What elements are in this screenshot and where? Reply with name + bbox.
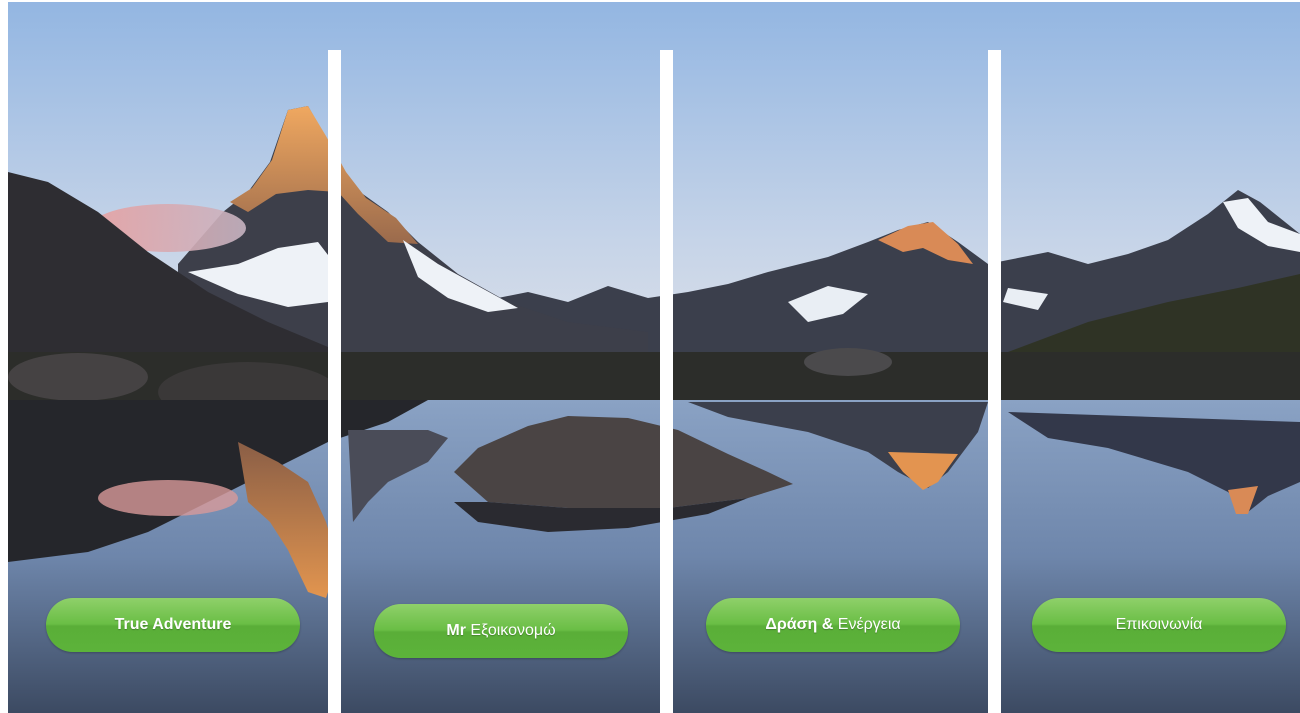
panel-divider-1 <box>328 50 341 713</box>
panel-divider-2 <box>660 50 673 713</box>
cloud-reflection <box>98 480 238 516</box>
mr-exoikonomo-button[interactable]: Mr Εξοικονομώ <box>374 604 628 658</box>
mr-exoikonomo-label-rest: Εξοικονομώ <box>465 622 556 639</box>
mr-exoikonomo-label-bold: Mr <box>446 622 466 639</box>
true-adventure-label: True Adventure <box>114 616 232 633</box>
true-adventure-button[interactable]: True Adventure <box>46 598 300 652</box>
epikoinonia-button[interactable]: Επικοινωνία <box>1032 598 1286 652</box>
shore-rock-3 <box>804 348 892 376</box>
drasi-energeia-label-rest: Ενέργεια <box>833 616 901 633</box>
shore-rock-2 <box>8 353 148 401</box>
hero-banner: True Adventure Mr Εξοικονομώ Δράση & Ενέ… <box>8 2 1300 713</box>
drasi-energeia-label-bold: Δράση & <box>765 616 834 633</box>
epikoinonia-label: Επικοινωνία <box>1115 616 1203 633</box>
drasi-energeia-button[interactable]: Δράση & Ενέργεια <box>706 598 960 652</box>
panel-divider-3 <box>988 50 1001 713</box>
